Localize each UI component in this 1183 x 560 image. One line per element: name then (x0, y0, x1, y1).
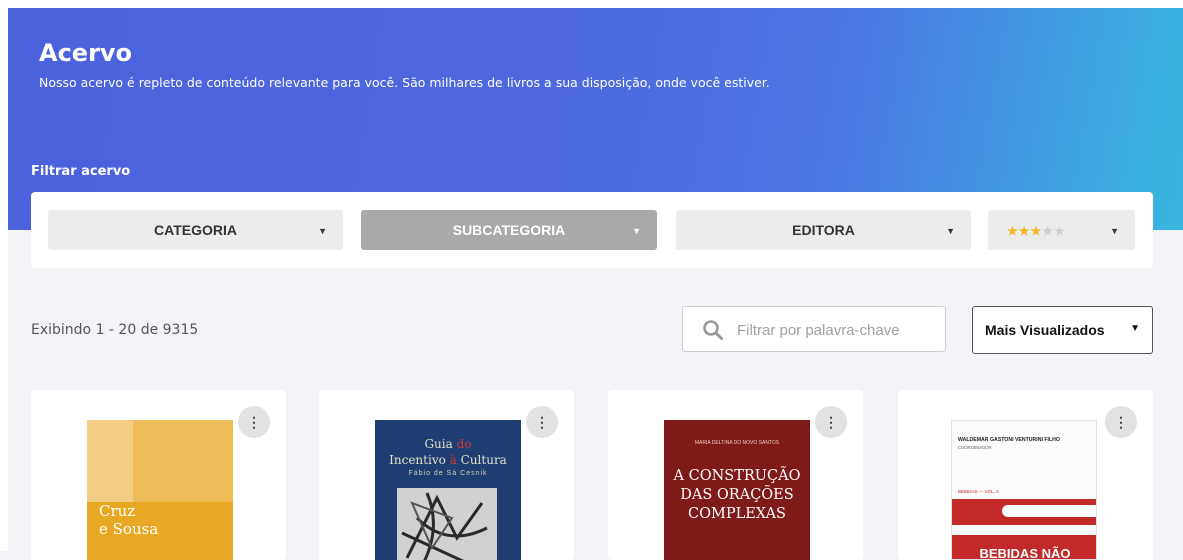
cover-title-line: e Sousa (99, 520, 159, 538)
cover-volume: BEBIDAS — VOL. 2 (958, 489, 999, 494)
caret-down-icon: ▼ (1130, 323, 1140, 334)
cover-title: BEBIDAS NÃO (979, 546, 1071, 560)
book-card[interactable]: ⋮ Guia do Incentivo à Cultura Fábio de S… (319, 390, 574, 560)
book-card[interactable]: ⋮ WALDEMAR GASTONI VENTURINI FILHO COORD… (898, 390, 1153, 560)
star-filled-icon: ★ (1007, 224, 1019, 238)
search-icon (703, 320, 723, 340)
more-options-icon[interactable]: ⋮ (815, 406, 847, 438)
subcategory-dropdown-label: SUBCATEGORIA (452, 222, 566, 238)
subcategory-dropdown[interactable]: SUBCATEGORIA ▼ (361, 210, 657, 250)
filter-heading: Filtrar acervo (31, 164, 131, 179)
category-dropdown[interactable]: CATEGORIA ▼ (48, 210, 343, 250)
book-cover[interactable]: Cruz e Sousa (87, 420, 233, 560)
cover-word: Cultura (460, 453, 507, 467)
caret-down-icon: ▼ (318, 226, 327, 236)
caret-down-icon: ▼ (1110, 226, 1119, 236)
window-frame-left (0, 0, 8, 551)
cover-word: à (449, 453, 457, 467)
cover-title-line: Incentivo à Cultura (375, 452, 521, 468)
star-filled-icon: ★ (1030, 224, 1043, 238)
category-dropdown-label: CATEGORIA (154, 222, 237, 238)
page-title: Acervo (39, 39, 133, 67)
page-subtitle: Nosso acervo é repleto de conteúdo relev… (39, 75, 770, 90)
cover-title-line: Guia do (375, 436, 521, 452)
cover-stripe-inner (1002, 505, 1096, 517)
cover-title-line: COMPLEXAS (687, 506, 786, 522)
cover-author: WALDEMAR GASTONI VENTURINI FILHO (958, 437, 1060, 443)
book-cover[interactable]: MARIA DELTINA DO NOVO SANTOS A CONSTRUÇÃ… (664, 420, 810, 560)
book-cover[interactable]: Guia do Incentivo à Cultura Fábio de Sá … (375, 420, 521, 560)
caret-down-icon: ▼ (632, 226, 641, 236)
cover-illustration (397, 488, 497, 560)
cover-title: A CONSTRUÇÃO DAS ORAÇÕES COMPLEXAS (664, 467, 810, 524)
more-options-icon[interactable]: ⋮ (1105, 406, 1137, 438)
keyword-search (682, 306, 946, 352)
book-cover[interactable]: WALDEMAR GASTONI VENTURINI FILHO COORDEN… (951, 420, 1097, 560)
cover-author: MARIA DELTINA DO NOVO SANTOS (694, 440, 780, 446)
cover-title-line: A CONSTRUÇÃO (673, 468, 801, 484)
cover-word: Incentivo (389, 453, 446, 467)
caret-down-icon: ▼ (946, 226, 955, 236)
cover-author: Fábio de Sá Cesnik (408, 470, 488, 477)
cover-word: do (456, 437, 472, 451)
star-empty-icon: ★ (1054, 224, 1066, 238)
publisher-dropdown[interactable]: EDITORA ▼ (676, 210, 971, 250)
sort-select-value: Mais Visualizados (985, 322, 1105, 338)
star-empty-icon: ★ (1042, 224, 1055, 238)
cover-title-line: Cruz (99, 502, 136, 520)
window-frame-top (0, 0, 1183, 8)
keyword-search-input[interactable] (735, 319, 939, 341)
more-options-icon[interactable]: ⋮ (526, 406, 558, 438)
star-filled-icon: ★ (1018, 224, 1031, 238)
rating-stars: ★★★★★ (1007, 222, 1066, 238)
book-card[interactable]: ⋮ MARIA DELTINA DO NOVO SANTOS A CONSTRU… (608, 390, 863, 560)
cover-title-line: DAS ORAÇÕES (680, 487, 794, 503)
cover-word: Guia (424, 437, 453, 451)
more-options-icon[interactable]: ⋮ (238, 406, 270, 438)
sort-select[interactable]: Mais Visualizados ▼ (972, 306, 1153, 354)
cover-title: Guia do Incentivo à Cultura (375, 436, 521, 468)
cover-title: Cruz e Sousa (99, 502, 158, 538)
rating-dropdown[interactable]: ★★★★★ ▼ (988, 210, 1135, 250)
filter-panel: CATEGORIA ▼ SUBCATEGORIA ▼ EDITORA ▼ ★★★… (31, 192, 1153, 268)
results-count: Exibindo 1 - 20 de 9315 (31, 322, 199, 338)
cover-band-light (87, 420, 133, 502)
publisher-dropdown-label: EDITORA (792, 222, 855, 238)
cover-role: COORDENADOR (958, 445, 992, 450)
book-card[interactable]: ⋮ Cruz e Sousa (31, 390, 286, 560)
